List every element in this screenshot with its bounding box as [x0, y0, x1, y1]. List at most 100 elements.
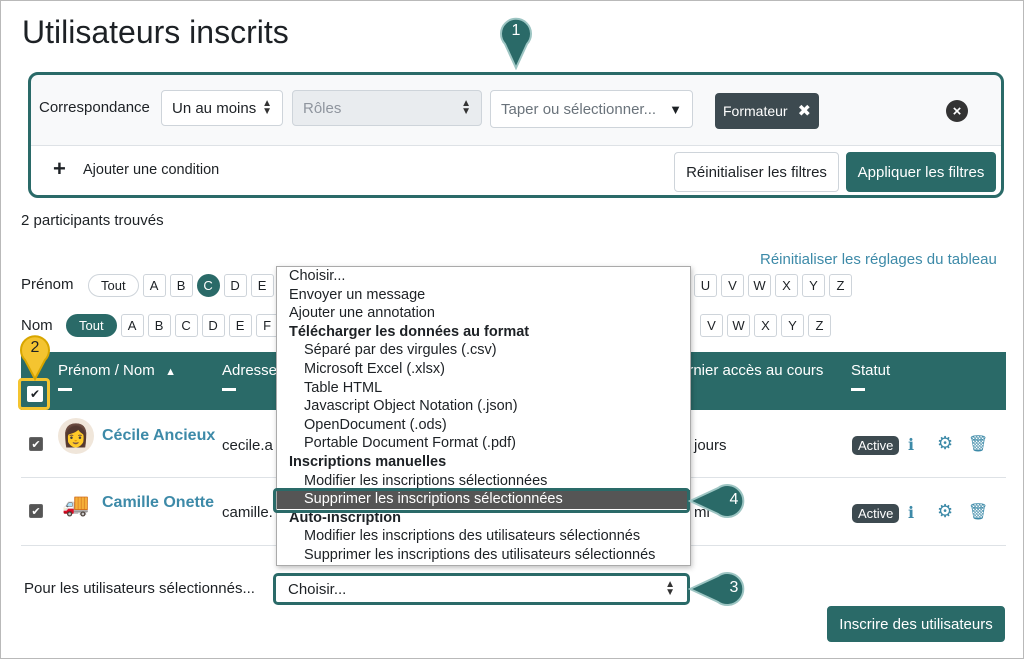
participants-count: 2 participants trouvés: [21, 212, 164, 229]
option[interactable]: Modifier les inscriptions des utilisateu…: [277, 527, 690, 546]
col-status-label: Statut: [851, 362, 891, 379]
match-label: Correspondance: [39, 99, 150, 116]
option[interactable]: Choisir...: [277, 267, 690, 286]
add-condition-button[interactable]: Ajouter une condition: [83, 162, 219, 178]
firstname-initials-label: Prénom: [21, 276, 74, 293]
option[interactable]: Envoyer un message: [277, 286, 690, 305]
option[interactable]: Supprimer les inscriptions des utilisate…: [277, 546, 690, 565]
filter-row: Correspondance Un au moins ▲ ▼ Rôles ▲ ▼ T…: [31, 75, 1001, 145]
option[interactable]: Séparé par des virgules (.csv): [277, 341, 690, 360]
apply-filters-button[interactable]: Appliquer les filtres: [846, 152, 996, 192]
initial-letter[interactable]: X: [775, 274, 798, 297]
formateur-tag[interactable]: Formateur ✖: [715, 93, 819, 129]
col-lastaccess-label: ernier accès au cours: [680, 362, 824, 379]
match-select-value: Un au moins: [172, 99, 257, 117]
page-title: Utilisateurs inscrits: [22, 14, 289, 50]
plus-icon: +: [53, 156, 66, 181]
avatar: 🚚: [58, 487, 94, 523]
option-group-label: Télécharger les données au format: [289, 323, 530, 340]
option[interactable]: Ajouter une annotation: [277, 304, 690, 323]
initial-letter[interactable]: C: [174, 314, 198, 337]
gear-icon[interactable]: ⚙: [937, 433, 953, 454]
collapse-icon: [58, 388, 72, 391]
user-name-link[interactable]: Cécile Ancieux: [102, 427, 215, 445]
type-or-select-input[interactable]: Taper ou sélectionner... ▼: [490, 90, 693, 128]
initial-letter-active[interactable]: C: [196, 274, 220, 297]
trash-icon[interactable]: 🗑: [968, 434, 988, 454]
row-checkbox[interactable]: ✔: [29, 437, 43, 451]
info-icon[interactable]: ℹ: [908, 503, 914, 523]
col-status-header[interactable]: Statut: [851, 362, 890, 391]
select-arrows-icon: ▲ ▼: [461, 98, 471, 117]
initial-letter[interactable]: Z: [808, 314, 831, 337]
initial-letter[interactable]: V: [700, 314, 723, 337]
enrol-users-button[interactable]: Inscrire des utilisateurs: [827, 606, 1005, 642]
match-select[interactable]: Un au moins ▲ ▼: [161, 90, 283, 126]
initial-letter[interactable]: U: [694, 274, 717, 297]
initial-letter[interactable]: X: [754, 314, 777, 337]
initial-letter[interactable]: B: [169, 274, 193, 297]
highlight-frame: [273, 488, 690, 513]
bulk-action-value: Choisir...: [288, 580, 347, 598]
select-all-checkbox[interactable]: ✔: [27, 386, 43, 402]
user-email: camille.: [222, 504, 273, 521]
callout-1-marker: 1: [498, 14, 534, 71]
roles-select[interactable]: Rôles ▲ ▼: [292, 90, 482, 126]
tag-label: Formateur: [723, 103, 788, 119]
roles-select-placeholder: Rôles: [303, 99, 342, 117]
select-arrows-icon: ▲ ▼: [665, 579, 675, 598]
gear-icon[interactable]: ⚙: [937, 501, 953, 522]
col-email-header[interactable]: Adresse: [222, 362, 277, 391]
reset-table-link[interactable]: Réinitialiser les réglages du tableau: [760, 251, 997, 268]
initial-letter[interactable]: D: [223, 274, 247, 297]
option[interactable]: Portable Document Format (.pdf): [277, 434, 690, 453]
bulk-action-select[interactable]: Choisir... ▲ ▼: [273, 573, 690, 605]
close-icon[interactable]: ✖: [798, 101, 811, 121]
initial-letter[interactable]: A: [142, 274, 166, 297]
type-input-placeholder: Taper ou sélectionner...: [501, 100, 657, 118]
callout-2-label: 2: [30, 339, 40, 356]
col-name-label: Prénom / Nom: [58, 362, 155, 379]
option[interactable]: Table HTML: [277, 379, 690, 398]
initial-all-active[interactable]: Tout: [66, 314, 117, 337]
initial-letter[interactable]: W: [727, 314, 750, 337]
initial-letter[interactable]: Y: [781, 314, 804, 337]
select-arrows-icon: ▲ ▼: [262, 98, 272, 117]
info-icon[interactable]: ℹ: [908, 435, 914, 455]
option-group-label: Inscriptions manuelles: [289, 453, 447, 470]
option[interactable]: OpenDocument (.ods): [277, 416, 690, 435]
status-badge: Active: [852, 436, 900, 455]
initial-letter[interactable]: Y: [802, 274, 825, 297]
firstname-initials-bar: Tout A B C D E: [88, 274, 274, 297]
callout-3-label: 3: [729, 579, 739, 596]
initial-letter[interactable]: Z: [829, 274, 852, 297]
filter-actions-row: + Ajouter une condition Réinitialiser le…: [31, 145, 1001, 195]
row-checkbox[interactable]: ✔: [29, 504, 43, 518]
trash-icon[interactable]: 🗑: [968, 502, 988, 522]
initial-letter[interactable]: A: [120, 314, 144, 337]
callout-4-marker: 4: [687, 483, 752, 519]
initial-letter[interactable]: V: [721, 274, 744, 297]
lastname-initials-bar: Tout A B C D E F: [66, 314, 279, 337]
callout-3-marker: 3: [687, 571, 752, 607]
col-name-header[interactable]: Prénom / Nom ▲: [58, 362, 176, 391]
initial-letter[interactable]: E: [250, 274, 274, 297]
remove-filter-icon[interactable]: ×: [946, 100, 968, 122]
initial-letter[interactable]: D: [201, 314, 225, 337]
user-name-link[interactable]: Camille Onette: [102, 494, 214, 512]
callout-4-label: 4: [729, 491, 739, 508]
reset-filters-button[interactable]: Réinitialiser les filtres: [674, 152, 839, 192]
initial-letter[interactable]: E: [228, 314, 252, 337]
filter-panel: Correspondance Un au moins ▲ ▼ Rôles ▲ ▼ T…: [28, 72, 1004, 198]
user-email: cecile.a: [222, 437, 273, 454]
initial-letter[interactable]: W: [748, 274, 771, 297]
option[interactable]: Microsoft Excel (.xlsx): [277, 360, 690, 379]
user-lastaccess: jours: [694, 437, 727, 454]
option[interactable]: Javascript Object Notation (.json): [277, 397, 690, 416]
collapse-icon: [851, 388, 865, 391]
col-lastaccess-header[interactable]: ernier accès au cours: [680, 362, 823, 380]
status-badge: Active: [852, 504, 900, 523]
initial-all[interactable]: Tout: [88, 274, 139, 297]
initial-letter[interactable]: B: [147, 314, 171, 337]
callout-1-label: 1: [511, 22, 521, 39]
